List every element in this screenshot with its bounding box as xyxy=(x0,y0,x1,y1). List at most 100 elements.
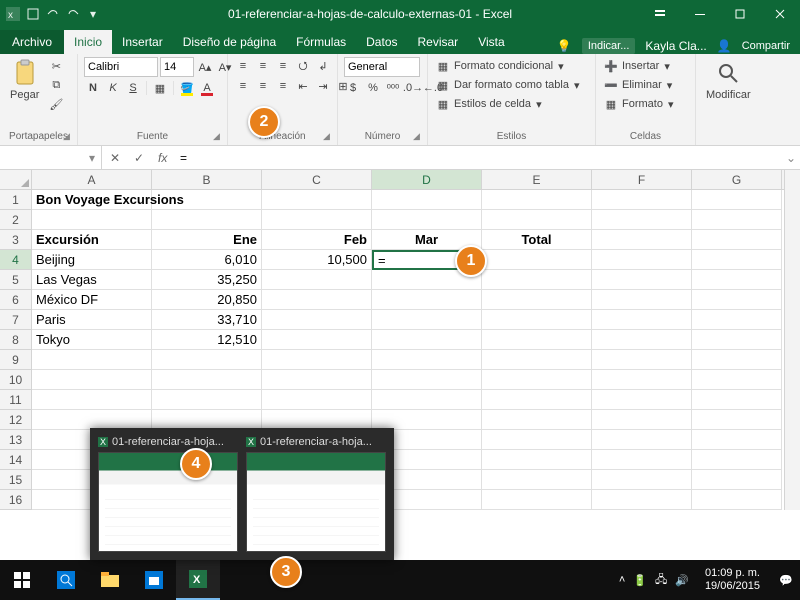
cell-B3[interactable]: Ene xyxy=(152,230,262,250)
border-icon[interactable]: ▦ xyxy=(151,79,169,97)
conditional-format-button[interactable]: ▦Formato condicional ▾ xyxy=(434,57,564,75)
cell-B2[interactable] xyxy=(152,210,262,230)
row-header[interactable]: 14 xyxy=(0,450,32,470)
cell-D6[interactable] xyxy=(372,290,482,310)
cell-E16[interactable] xyxy=(482,490,592,510)
align-top-icon[interactable]: ≡ xyxy=(234,57,252,75)
cell-A8[interactable]: Tokyo xyxy=(32,330,152,350)
cell-A4[interactable]: Beijing xyxy=(32,250,152,270)
cell-B7[interactable]: 33,710 xyxy=(152,310,262,330)
tell-me-input[interactable]: Indicar... xyxy=(582,38,636,54)
cell-G3[interactable] xyxy=(692,230,782,250)
cell-D2[interactable] xyxy=(372,210,482,230)
cell-F6[interactable] xyxy=(592,290,692,310)
cell-G11[interactable] xyxy=(692,390,782,410)
cell-G2[interactable] xyxy=(692,210,782,230)
tab-inicio[interactable]: Inicio xyxy=(64,30,112,54)
expand-formula-icon[interactable]: ⌄ xyxy=(782,151,800,165)
cell-B4[interactable]: 6,010 xyxy=(152,250,262,270)
row-header[interactable]: 7 xyxy=(0,310,32,330)
user-label[interactable]: Kayla Cla... xyxy=(645,39,706,53)
window-thumb-1[interactable]: X01-referenciar-a-hoja... xyxy=(98,436,238,552)
col-header-D[interactable]: D xyxy=(372,170,482,189)
volume-icon[interactable]: 🔊 xyxy=(675,574,689,587)
cell-styles-button[interactable]: ▦Estilos de celda ▾ xyxy=(434,95,542,113)
align-right-icon[interactable]: ≡ xyxy=(274,77,292,95)
close-button[interactable] xyxy=(760,0,800,28)
cell-G6[interactable] xyxy=(692,290,782,310)
align-left-icon[interactable]: ≡ xyxy=(234,77,252,95)
row-header[interactable]: 4 xyxy=(0,250,32,270)
align-bottom-icon[interactable]: ≡ xyxy=(274,57,292,75)
col-header-G[interactable]: G xyxy=(692,170,782,189)
cell-E14[interactable] xyxy=(482,450,592,470)
qa-dropdown-icon[interactable]: ▾ xyxy=(86,7,100,21)
cell-D9[interactable] xyxy=(372,350,482,370)
cell-G9[interactable] xyxy=(692,350,782,370)
italic-button[interactable]: K xyxy=(104,79,122,97)
row-header[interactable]: 9 xyxy=(0,350,32,370)
cell-E8[interactable] xyxy=(482,330,592,350)
wrap-text-icon[interactable]: ↲ xyxy=(314,57,332,75)
cell-F16[interactable] xyxy=(592,490,692,510)
cell-B10[interactable] xyxy=(152,370,262,390)
cell-E13[interactable] xyxy=(482,430,592,450)
align-center-icon[interactable]: ≡ xyxy=(254,77,272,95)
percent-icon[interactable]: % xyxy=(364,79,382,97)
cell-B5[interactable]: 35,250 xyxy=(152,270,262,290)
cell-G8[interactable] xyxy=(692,330,782,350)
cell-C3[interactable]: Feb xyxy=(262,230,372,250)
cell-F1[interactable] xyxy=(592,190,692,210)
cell-B1[interactable] xyxy=(152,190,262,210)
indent-dec-icon[interactable]: ⇤ xyxy=(294,77,312,95)
cell-F15[interactable] xyxy=(592,470,692,490)
fill-color-icon[interactable]: 🪣 xyxy=(178,79,196,97)
cancel-entry-button[interactable]: ✕ xyxy=(106,151,124,165)
cell-G16[interactable] xyxy=(692,490,782,510)
cell-D11[interactable] xyxy=(372,390,482,410)
cell-F14[interactable] xyxy=(592,450,692,470)
font-size-select[interactable] xyxy=(160,57,194,77)
tab-vista[interactable]: Vista xyxy=(468,30,514,54)
clock[interactable]: 01:09 p. m. 19/06/2015 xyxy=(697,567,768,593)
number-format-select[interactable] xyxy=(344,57,420,77)
row-header[interactable]: 10 xyxy=(0,370,32,390)
cell-A6[interactable]: México DF xyxy=(32,290,152,310)
cell-F7[interactable] xyxy=(592,310,692,330)
cell-G10[interactable] xyxy=(692,370,782,390)
share-button[interactable]: Compartir xyxy=(742,40,790,52)
cell-C11[interactable] xyxy=(262,390,372,410)
row-header[interactable]: 15 xyxy=(0,470,32,490)
cell-B9[interactable] xyxy=(152,350,262,370)
cell-F2[interactable] xyxy=(592,210,692,230)
cell-A3[interactable]: Excursión xyxy=(32,230,152,250)
cell-A7[interactable]: Paris xyxy=(32,310,152,330)
cell-G7[interactable] xyxy=(692,310,782,330)
cell-G5[interactable] xyxy=(692,270,782,290)
cell-G14[interactable] xyxy=(692,450,782,470)
col-header-F[interactable]: F xyxy=(592,170,692,189)
cell-F5[interactable] xyxy=(592,270,692,290)
row-header[interactable]: 1 xyxy=(0,190,32,210)
cell-E5[interactable] xyxy=(482,270,592,290)
cell-C8[interactable] xyxy=(262,330,372,350)
cell-F3[interactable] xyxy=(592,230,692,250)
tab-datos[interactable]: Datos xyxy=(356,30,407,54)
font-launcher-icon[interactable]: ◢ xyxy=(213,131,225,143)
cell-E1[interactable] xyxy=(482,190,592,210)
cell-C6[interactable] xyxy=(262,290,372,310)
window-thumb-2[interactable]: X01-referenciar-a-hoja... xyxy=(246,436,386,552)
cut-icon[interactable]: ✂ xyxy=(47,57,65,75)
battery-icon[interactable]: 🔋 xyxy=(633,574,647,587)
cell-B8[interactable]: 12,510 xyxy=(152,330,262,350)
cell-G13[interactable] xyxy=(692,430,782,450)
cell-C1[interactable] xyxy=(262,190,372,210)
format-painter-icon[interactable]: 🖌 xyxy=(47,95,65,113)
insert-cells-button[interactable]: ➕Insertar ▾ xyxy=(602,57,670,75)
underline-button[interactable]: S xyxy=(124,79,142,97)
cell-G4[interactable] xyxy=(692,250,782,270)
qa-save-icon[interactable] xyxy=(26,7,40,21)
row-header[interactable]: 2 xyxy=(0,210,32,230)
qa-redo-icon[interactable] xyxy=(66,7,80,21)
file-explorer-icon[interactable] xyxy=(88,560,132,600)
